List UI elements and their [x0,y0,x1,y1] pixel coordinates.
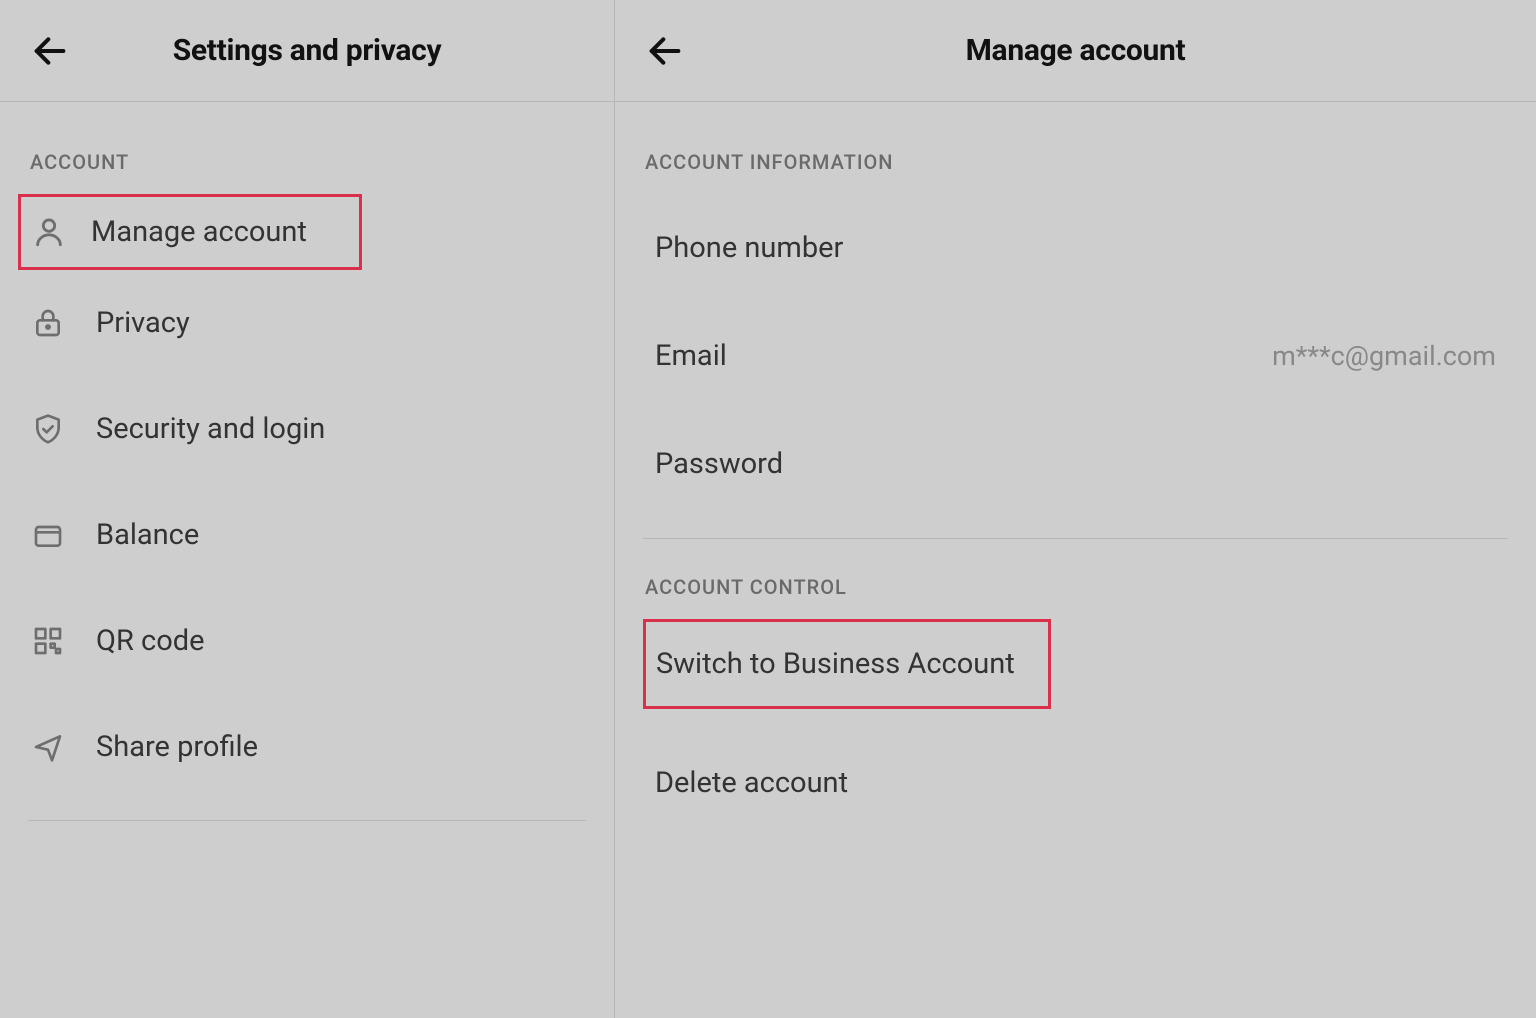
divider [28,820,586,821]
wallet-icon [30,517,66,553]
qr-code-icon [30,623,66,659]
manage-account-header: Manage account [615,0,1536,102]
list-item-privacy[interactable]: Privacy [0,270,614,376]
shield-icon [30,411,66,447]
share-profile-label: Share profile [96,730,258,764]
email-label: Email [655,339,727,373]
row-email[interactable]: Email m***c@gmail.com [615,302,1536,410]
manage-account-title: Manage account [615,33,1536,68]
row-phone[interactable]: Phone number [615,194,1536,302]
section-account-control: ACCOUNT CONTROL [615,539,1536,619]
qr-code-label: QR code [96,624,204,658]
privacy-label: Privacy [96,306,190,340]
settings-title: Settings and privacy [0,33,614,68]
section-account: ACCOUNT [0,102,614,194]
security-label: Security and login [96,412,325,446]
settings-panel: Settings and privacy ACCOUNT Manage acco… [0,0,614,1018]
section-account-info: ACCOUNT INFORMATION [615,102,1536,194]
row-password[interactable]: Password [615,410,1536,518]
spacer [615,709,1536,729]
list-item-manage-account[interactable]: Manage account [18,194,362,270]
settings-header: Settings and privacy [0,0,614,102]
switch-business-label: Switch to Business Account [656,647,1015,681]
row-delete-account[interactable]: Delete account [615,729,1536,837]
delete-account-label: Delete account [655,766,848,800]
row-switch-business[interactable]: Switch to Business Account [643,619,1051,709]
back-button-settings[interactable] [28,29,72,73]
list-item-security[interactable]: Security and login [0,376,614,482]
back-arrow-icon [30,31,70,71]
list-item-qr-code[interactable]: QR code [0,588,614,694]
share-icon [30,729,66,765]
balance-label: Balance [96,518,199,552]
manage-account-label: Manage account [91,215,307,249]
back-button-manage[interactable] [643,29,687,73]
list-item-share-profile[interactable]: Share profile [0,694,614,800]
back-arrow-icon [645,31,685,71]
phone-label: Phone number [655,231,843,265]
person-icon [31,214,67,250]
list-item-balance[interactable]: Balance [0,482,614,588]
manage-account-panel: Manage account ACCOUNT INFORMATION Phone… [614,0,1536,1018]
password-label: Password [655,447,783,481]
email-value: m***c@gmail.com [1272,340,1496,372]
lock-icon [30,305,66,341]
